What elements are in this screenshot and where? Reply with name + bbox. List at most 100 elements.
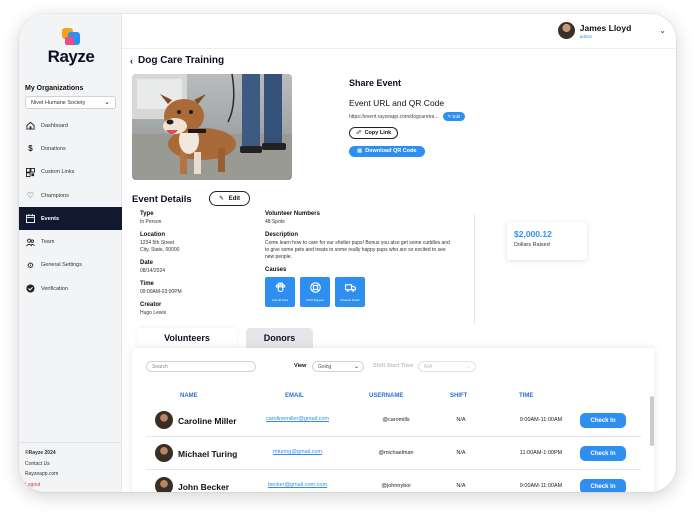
sidebar-item-label: Custom Links [41,169,75,176]
event-photo [132,74,292,180]
sidebar-item-custom-links[interactable]: Custom Links [19,161,122,184]
shift-start-label: Shift Start Time [373,363,414,369]
volunteer-email[interactable]: carolinemiller@gmail.com [250,416,345,422]
column-header-email: EMAIL [285,393,304,399]
logout-link[interactable]: Logout [25,480,58,491]
view-label: View [294,363,307,369]
sidebar-item-label: Donations [41,145,66,152]
type-label: Type [140,211,154,217]
logo[interactable]: Rayze [41,28,101,67]
gear-icon: ⚙ [26,260,35,270]
cause-animal-care[interactable]: Animal Care [265,277,295,307]
sidebar-item-verification[interactable]: Verification [19,277,122,300]
page-title: Dog Care Training [138,55,225,66]
user-name: James Lloyd [579,22,632,33]
site-link[interactable]: Rayzeapp.com [25,469,58,480]
location-line1: 1234 5th Street [140,240,175,246]
sidebar-item-events[interactable]: Events [19,207,122,231]
sidebar-item-team[interactable]: Team [19,230,122,253]
edit-url-button[interactable]: ✎ Edit [442,112,466,121]
contact-link[interactable]: Contact Us [25,459,58,470]
table-scrollbar[interactable] [650,396,654,446]
volunteer-username: @caromills [382,417,410,423]
user-menu[interactable]: James Lloyd admin ⌄ [557,22,666,39]
share-event: Share Event Event URL and QR Code https:… [349,78,549,157]
volunteers-panel: Search View Going ⌄ Shift Start Time N/A… [132,348,654,492]
edit-url-label: Edit [452,113,461,119]
cause-child-support[interactable]: Child Support [300,277,330,307]
main-content: James Lloyd admin ⌄ ‹ Dog Care Training [122,14,676,492]
calendar-icon [26,214,35,224]
details-column-right: Volunteer Numbers 48 Spots Description C… [265,211,455,307]
sidebar-item-label: General Settings [41,262,82,269]
tab-volunteers[interactable]: Volunteers [137,328,237,348]
location-label: Location [140,232,165,238]
time-value: 09:00AM-03:00PM [140,289,182,295]
cause-disaster-relief[interactable]: Disaster Relief [335,277,365,307]
sidebar-item-champions[interactable]: ♡ Champions [19,184,122,207]
qr-code-icon: ▦ [357,148,363,154]
qr-icon [26,167,35,177]
type-value: In Person [140,219,162,225]
volunteer-name: Caroline Miller [178,416,237,426]
logo-text: Rayze [47,47,95,66]
event-url-row: https://event.rayzeapp.com/dogcaretra...… [349,112,549,121]
causes-label: Causes [265,267,287,273]
truck-icon [344,282,356,296]
search-input[interactable]: Search [146,361,256,372]
edit-event-button[interactable]: ✎ Edit [209,191,251,206]
details-column-left: Type In Person Location 1234 5th Street … [140,211,250,317]
location-line2: City, State, 00000 [140,247,180,253]
description-value: Come learn how to care for our shelter p… [265,240,450,260]
rayze-logo-icon [62,28,80,46]
description-label: Description [265,232,299,238]
shift-start-value: N/A [424,364,433,370]
download-qr-button[interactable]: ▦ Download QR Code [349,145,425,157]
volunteer-email[interactable]: becker@gmail.com.com [250,482,345,488]
chevron-down-icon: ⌄ [465,364,471,370]
cause-label: Disaster Relief [340,298,360,302]
chevron-down-icon: ⌄ [353,364,359,370]
volunteer-numbers-value: 48 Spots [265,219,285,225]
tab-donors[interactable]: Donors [246,328,313,348]
topbar-divider [122,48,676,49]
dollar-icon: $ [28,144,33,154]
sidebar: Rayze My Organizations Nivet Humane Soci… [19,14,122,492]
org-select[interactable]: Nivet Humane Society ⌄ [25,96,116,109]
view-select[interactable]: Going ⌄ [312,361,364,372]
volunteer-shift: N/A [456,483,466,489]
date-value: 08/14/2024 [140,268,166,274]
sidebar-item-label: Verification [41,285,68,292]
sidebar-item-general-settings[interactable]: ⚙ General Settings [19,254,122,277]
date-label: Date [140,260,154,266]
sidebar-item-donations[interactable]: $ Donations [19,137,122,160]
column-header-name: NAME [180,393,198,399]
check-in-button[interactable]: Check In [580,413,626,428]
check-in-button[interactable]: Check In [580,479,626,492]
sidebar-item-label: Team [41,239,55,246]
sidebar-divider [19,442,122,443]
copy-link-button[interactable]: ☍ Copy Link [349,127,399,139]
shift-start-select[interactable]: N/A ⌄ [418,361,476,372]
chevron-down-icon[interactable]: ⌄ [659,26,666,35]
sidebar-item-dashboard[interactable]: Dashboard [19,114,122,137]
cause-label: Child Support [305,298,325,302]
event-url: https://event.rayzeapp.com/dogcaretra... [349,113,439,120]
back-arrow-icon[interactable]: ‹ [130,56,133,66]
volunteer-username: @michaelman [378,450,414,456]
app-window: Rayze My Organizations Nivet Humane Soci… [19,14,676,492]
download-qr-label: Download QR Code [365,148,417,154]
dollars-raised-amount: $2,000.12 [514,229,552,239]
volunteer-name: Michael Turing [178,449,238,459]
pencil-icon: ✎ [447,113,452,119]
table-row: Michael Turing mturing@gmail.com @michae… [146,438,641,470]
view-select-value: Going [318,364,332,370]
copy-link-label: Copy Link [364,130,392,136]
verified-icon [26,284,35,293]
link-icon: ☍ [356,130,362,136]
heart-icon: ♡ [26,191,35,201]
volunteer-shift: N/A [456,417,466,423]
check-in-button[interactable]: Check In [580,446,626,461]
volunteer-email[interactable]: mturing@gmail.com [250,449,345,455]
volunteer-time: 11:00AM-1:00PM [519,450,563,456]
